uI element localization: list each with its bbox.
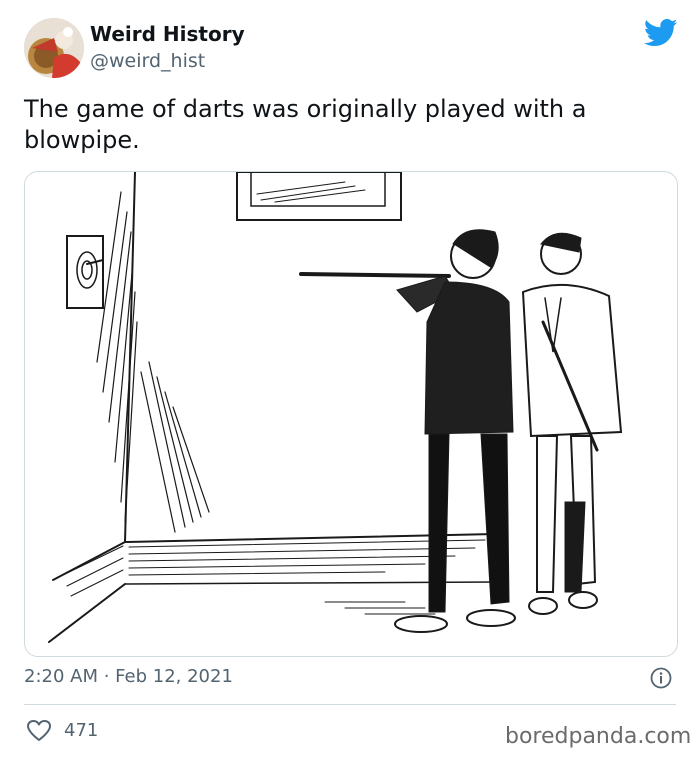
tweet-image[interactable] — [24, 171, 678, 657]
avatar[interactable] — [24, 18, 84, 78]
heart-icon[interactable] — [26, 719, 52, 743]
tweet-timestamp[interactable]: 2:20 AM · Feb 12, 2021 — [24, 666, 233, 687]
info-icon[interactable] — [650, 667, 672, 689]
divider — [24, 704, 676, 705]
like-count[interactable]: 471 — [64, 720, 98, 741]
twitter-bird-icon[interactable] — [643, 18, 678, 48]
watermark: boredpanda.com — [505, 724, 692, 749]
author-name[interactable]: Weird History — [90, 22, 245, 46]
tweet-text: The game of darts was originally played … — [24, 95, 587, 154]
author-handle[interactable]: @weird_hist — [90, 50, 205, 72]
